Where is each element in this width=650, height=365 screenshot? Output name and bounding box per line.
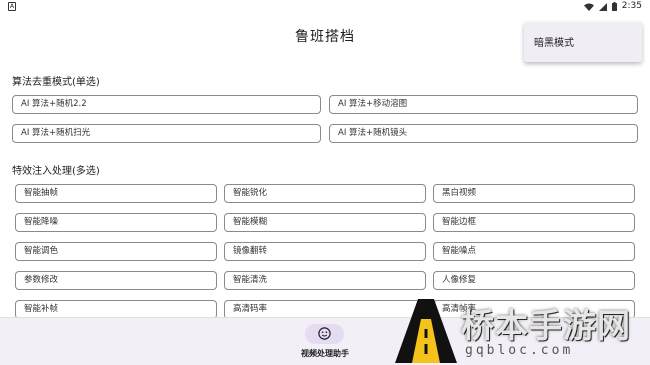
effect-option[interactable]: 智能锐化 bbox=[224, 184, 426, 203]
watermark-title: 桥本手游网 bbox=[461, 306, 631, 345]
notification-app-icon: A bbox=[8, 2, 16, 11]
nav-item-video-assistant[interactable] bbox=[305, 324, 344, 344]
section-title-algorithm: 算法去重模式(单选) bbox=[12, 77, 100, 88]
signal-icon bbox=[598, 2, 607, 11]
algorithm-option[interactable]: AI 算法+随机扫光 bbox=[12, 124, 321, 143]
effect-option[interactable]: 智能清洗 bbox=[224, 271, 426, 290]
effect-option[interactable]: 智能边框 bbox=[433, 213, 635, 232]
watermark: 桥本手游网 gqbloc.com bbox=[393, 295, 650, 365]
effect-option[interactable]: 镜像翻转 bbox=[224, 242, 426, 261]
section-title-effects: 特效注入处理(多选) bbox=[12, 166, 100, 177]
effect-option[interactable]: 智能降噪 bbox=[15, 213, 217, 232]
effect-option[interactable]: 智能调色 bbox=[15, 242, 217, 261]
overflow-menu: 暗黑模式 bbox=[524, 22, 642, 62]
algorithm-option[interactable]: AI 算法+移动溶图 bbox=[329, 95, 638, 114]
effect-option[interactable]: 智能噪点 bbox=[433, 242, 635, 261]
effect-option[interactable]: 智能抽帧 bbox=[15, 184, 217, 203]
effect-option[interactable]: 黑白视频 bbox=[433, 184, 635, 203]
algorithm-option[interactable]: AI 算法+随机镜头 bbox=[329, 124, 638, 143]
menu-item-dark-mode[interactable]: 暗黑模式 bbox=[534, 34, 574, 49]
effect-option[interactable]: 人像修复 bbox=[433, 271, 635, 290]
battery-icon bbox=[611, 2, 617, 11]
status-bar: A 2:35 bbox=[0, 0, 650, 14]
clock: 2:35 bbox=[621, 1, 642, 11]
status-icons: 2:35 bbox=[583, 1, 642, 12]
effect-option[interactable]: 参数修改 bbox=[15, 271, 217, 290]
smiley-icon bbox=[318, 327, 331, 340]
watermark-logo bbox=[395, 299, 457, 363]
effect-option[interactable]: 智能模糊 bbox=[224, 213, 426, 232]
nav-label-video-assistant[interactable]: 视频处理助手 bbox=[295, 348, 355, 359]
algorithm-option[interactable]: AI 算法+随机2.2 bbox=[12, 95, 321, 114]
watermark-url: gqbloc.com bbox=[465, 343, 574, 358]
wifi-icon bbox=[583, 3, 594, 11]
